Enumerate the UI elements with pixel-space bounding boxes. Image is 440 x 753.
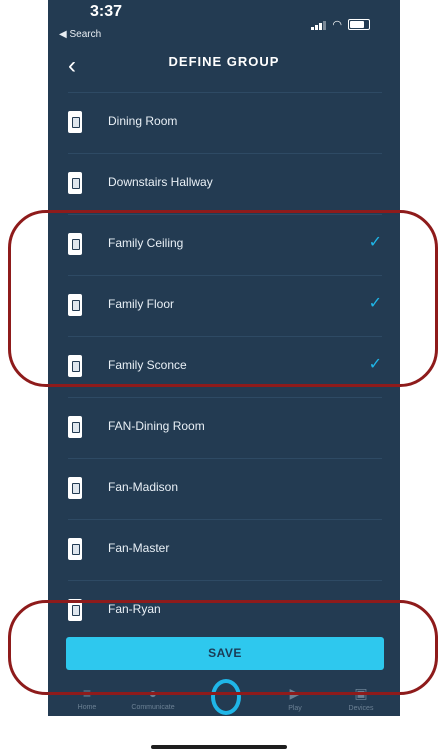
status-icons: ◠ <box>311 18 370 31</box>
highlight-save-area <box>8 600 438 695</box>
device-name: Dining Room <box>108 114 178 128</box>
device-row[interactable]: Dining Room <box>68 92 382 154</box>
light-switch-icon <box>68 538 82 560</box>
page-header: ‹ DEFINE GROUP <box>48 44 400 84</box>
battery-icon <box>348 19 370 30</box>
device-name: FAN-Dining Room <box>108 419 205 433</box>
nav-play-label: Play <box>288 705 302 712</box>
wifi-icon: ◠ <box>332 19 342 31</box>
device-name: Fan-Madison <box>108 480 179 494</box>
highlight-family-group <box>8 210 438 387</box>
light-switch-icon <box>68 111 82 133</box>
device-row[interactable]: FAN-Dining Room <box>68 397 382 459</box>
nav-devices-label: Devices <box>348 705 374 712</box>
signal-icon <box>311 20 327 30</box>
clock: 3:37 <box>90 3 123 20</box>
device-row[interactable]: Fan-Madison <box>68 458 382 520</box>
device-name: Downstairs Hallway <box>108 175 213 189</box>
device-name: Fan-Master <box>108 541 170 555</box>
status-bar: 3:37 ◀ Search ◠ <box>48 0 400 44</box>
light-switch-icon <box>68 416 82 438</box>
home-indicator <box>151 745 287 749</box>
device-row[interactable]: Downstairs Hallway <box>68 153 382 215</box>
nav-home-label: Home <box>77 704 97 711</box>
nav-communicate-label: Communicate <box>131 704 175 711</box>
device-row[interactable]: Fan-Master <box>68 519 382 581</box>
back-to-search-link[interactable]: ◀ Search <box>59 29 101 40</box>
light-switch-icon <box>68 172 82 194</box>
light-switch-icon <box>68 477 82 499</box>
page-title: DEFINE GROUP <box>168 54 280 69</box>
